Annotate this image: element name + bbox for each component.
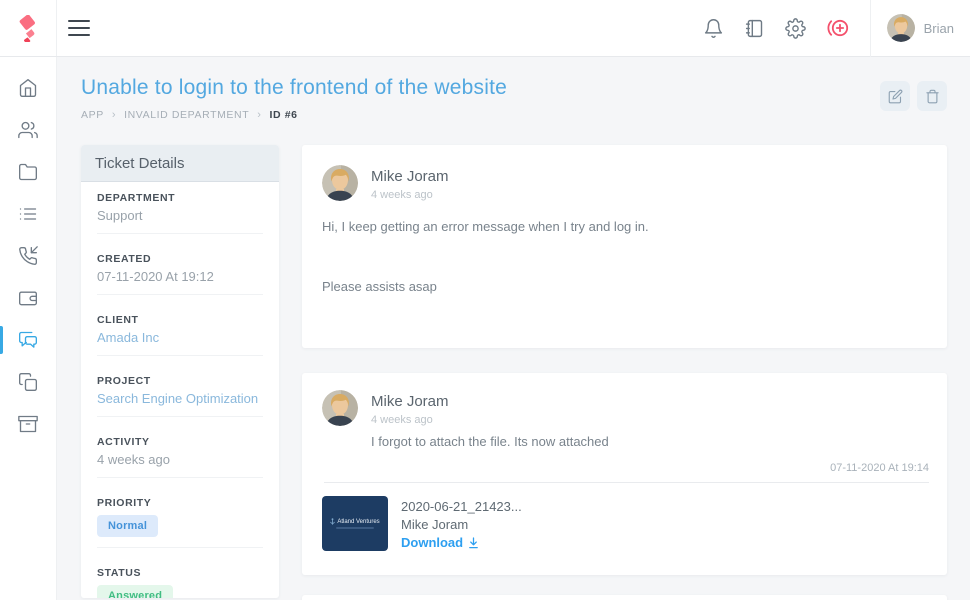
thumbnail-brand-text: Atland Ventures [337,519,379,525]
user-name: Brian [924,21,954,36]
priority-badge: Normal [97,515,158,537]
divider [324,482,929,483]
breadcrumb-ticket-id: ID #6 [270,109,298,121]
chat-bubbles-icon [18,330,38,350]
folder-icon [18,162,38,182]
sidebar-item-tickets[interactable] [0,319,56,361]
sidebar-item-archive[interactable] [0,403,56,445]
message-text: Hi, I keep getting an error message when… [322,219,927,234]
thumbnail-tagline [336,527,374,529]
field-activity: ACTIVITY 4 weeks ago [81,426,279,487]
brand-logo-icon [15,15,42,42]
create-new-icon[interactable] [826,16,850,40]
breadcrumb-department[interactable]: INVALID DEPARTMENT [124,109,249,121]
settings-gear-icon[interactable] [785,18,806,39]
field-status: STATUS Answered [81,557,279,598]
main-content: Unable to login to the frontend of the w… [57,57,970,600]
menu-toggle-button[interactable] [68,20,90,36]
field-client: CLIENT Amada Inc [81,304,279,365]
ticket-details-title: Ticket Details [81,145,279,182]
sidebar-item-payments[interactable] [0,277,56,319]
status-badge: Answered [97,585,173,598]
field-created: CREATED 07-11-2020 At 19:12 [81,243,279,304]
delete-ticket-icon-button[interactable] [917,81,947,111]
message-author: Mike Joram [371,168,449,185]
attachment-filename: 2020-06-21_21423... [401,498,522,515]
sidebar-nav [0,57,57,600]
message-avatar [322,390,358,426]
notifications-bell-icon[interactable] [703,18,724,39]
sidebar-item-home[interactable] [0,67,56,109]
message-time-ago: 4 weeks ago [371,189,449,201]
message-thread: Mike Joram 4 weeks ago Hi, I keep gettin… [302,145,947,600]
field-project: PROJECT Search Engine Optimization [81,365,279,426]
attachment: Atland Ventures 2020-06-21_21423... Mike… [322,496,929,551]
sidebar-item-clients[interactable] [0,109,56,151]
breadcrumb-app[interactable]: APP [81,109,104,121]
attachment-uploader: Mike Joram [401,516,522,533]
project-link[interactable]: Search Engine Optimization [97,391,263,406]
users-icon [18,120,38,140]
download-link[interactable]: Download [401,534,522,551]
ticket-details-panel: Ticket Details DEPARTMENT Support CREATE… [81,145,279,598]
edit-ticket-icon-button[interactable] [880,81,910,111]
top-header: Brian [0,0,970,57]
list-icon [18,204,38,224]
breadcrumb-separator: › [257,109,261,121]
message-avatar [322,165,358,201]
app-logo[interactable] [0,0,57,56]
message-timestamp: 07-11-2020 At 19:14 [322,462,929,474]
sidebar-item-documents[interactable] [0,361,56,403]
contacts-book-icon[interactable] [744,18,765,39]
archive-icon [18,414,38,434]
field-department: DEPARTMENT Support [81,182,279,243]
message-text: I forgot to attach the file. Its now att… [371,434,929,449]
sidebar-item-projects[interactable] [0,151,56,193]
message-card: Mike Joram 4 weeks ago Hi, I keep gettin… [302,145,947,348]
download-icon [468,537,479,549]
page-title: Unable to login to the frontend of the w… [81,76,507,100]
breadcrumb-separator: › [112,109,116,121]
message-author: Mike Joram [371,393,929,410]
user-menu[interactable]: Brian [871,14,970,42]
sidebar-item-calls[interactable] [0,235,56,277]
home-icon [18,78,38,98]
user-avatar [887,14,915,42]
wallet-icon [18,288,38,308]
attachment-thumbnail[interactable]: Atland Ventures [322,496,388,551]
message-card: Mike Joram 4 weeks ago I forgot to attac… [302,373,947,575]
edit-pencil-icon [888,89,903,104]
sidebar-item-tasks[interactable] [0,193,56,235]
message-time-ago: 4 weeks ago [371,414,929,426]
thumbnail-logo-icon [330,518,335,525]
field-priority: PRIORITY Normal [81,487,279,557]
breadcrumb: APP › INVALID DEPARTMENT › ID #6 [81,109,507,121]
client-link[interactable]: Amada Inc [97,330,263,345]
message-text: Please assists asap [322,279,927,294]
trash-icon [925,89,940,104]
message-card [302,595,947,600]
copy-pages-icon [18,372,38,392]
phone-incoming-icon [18,246,38,266]
